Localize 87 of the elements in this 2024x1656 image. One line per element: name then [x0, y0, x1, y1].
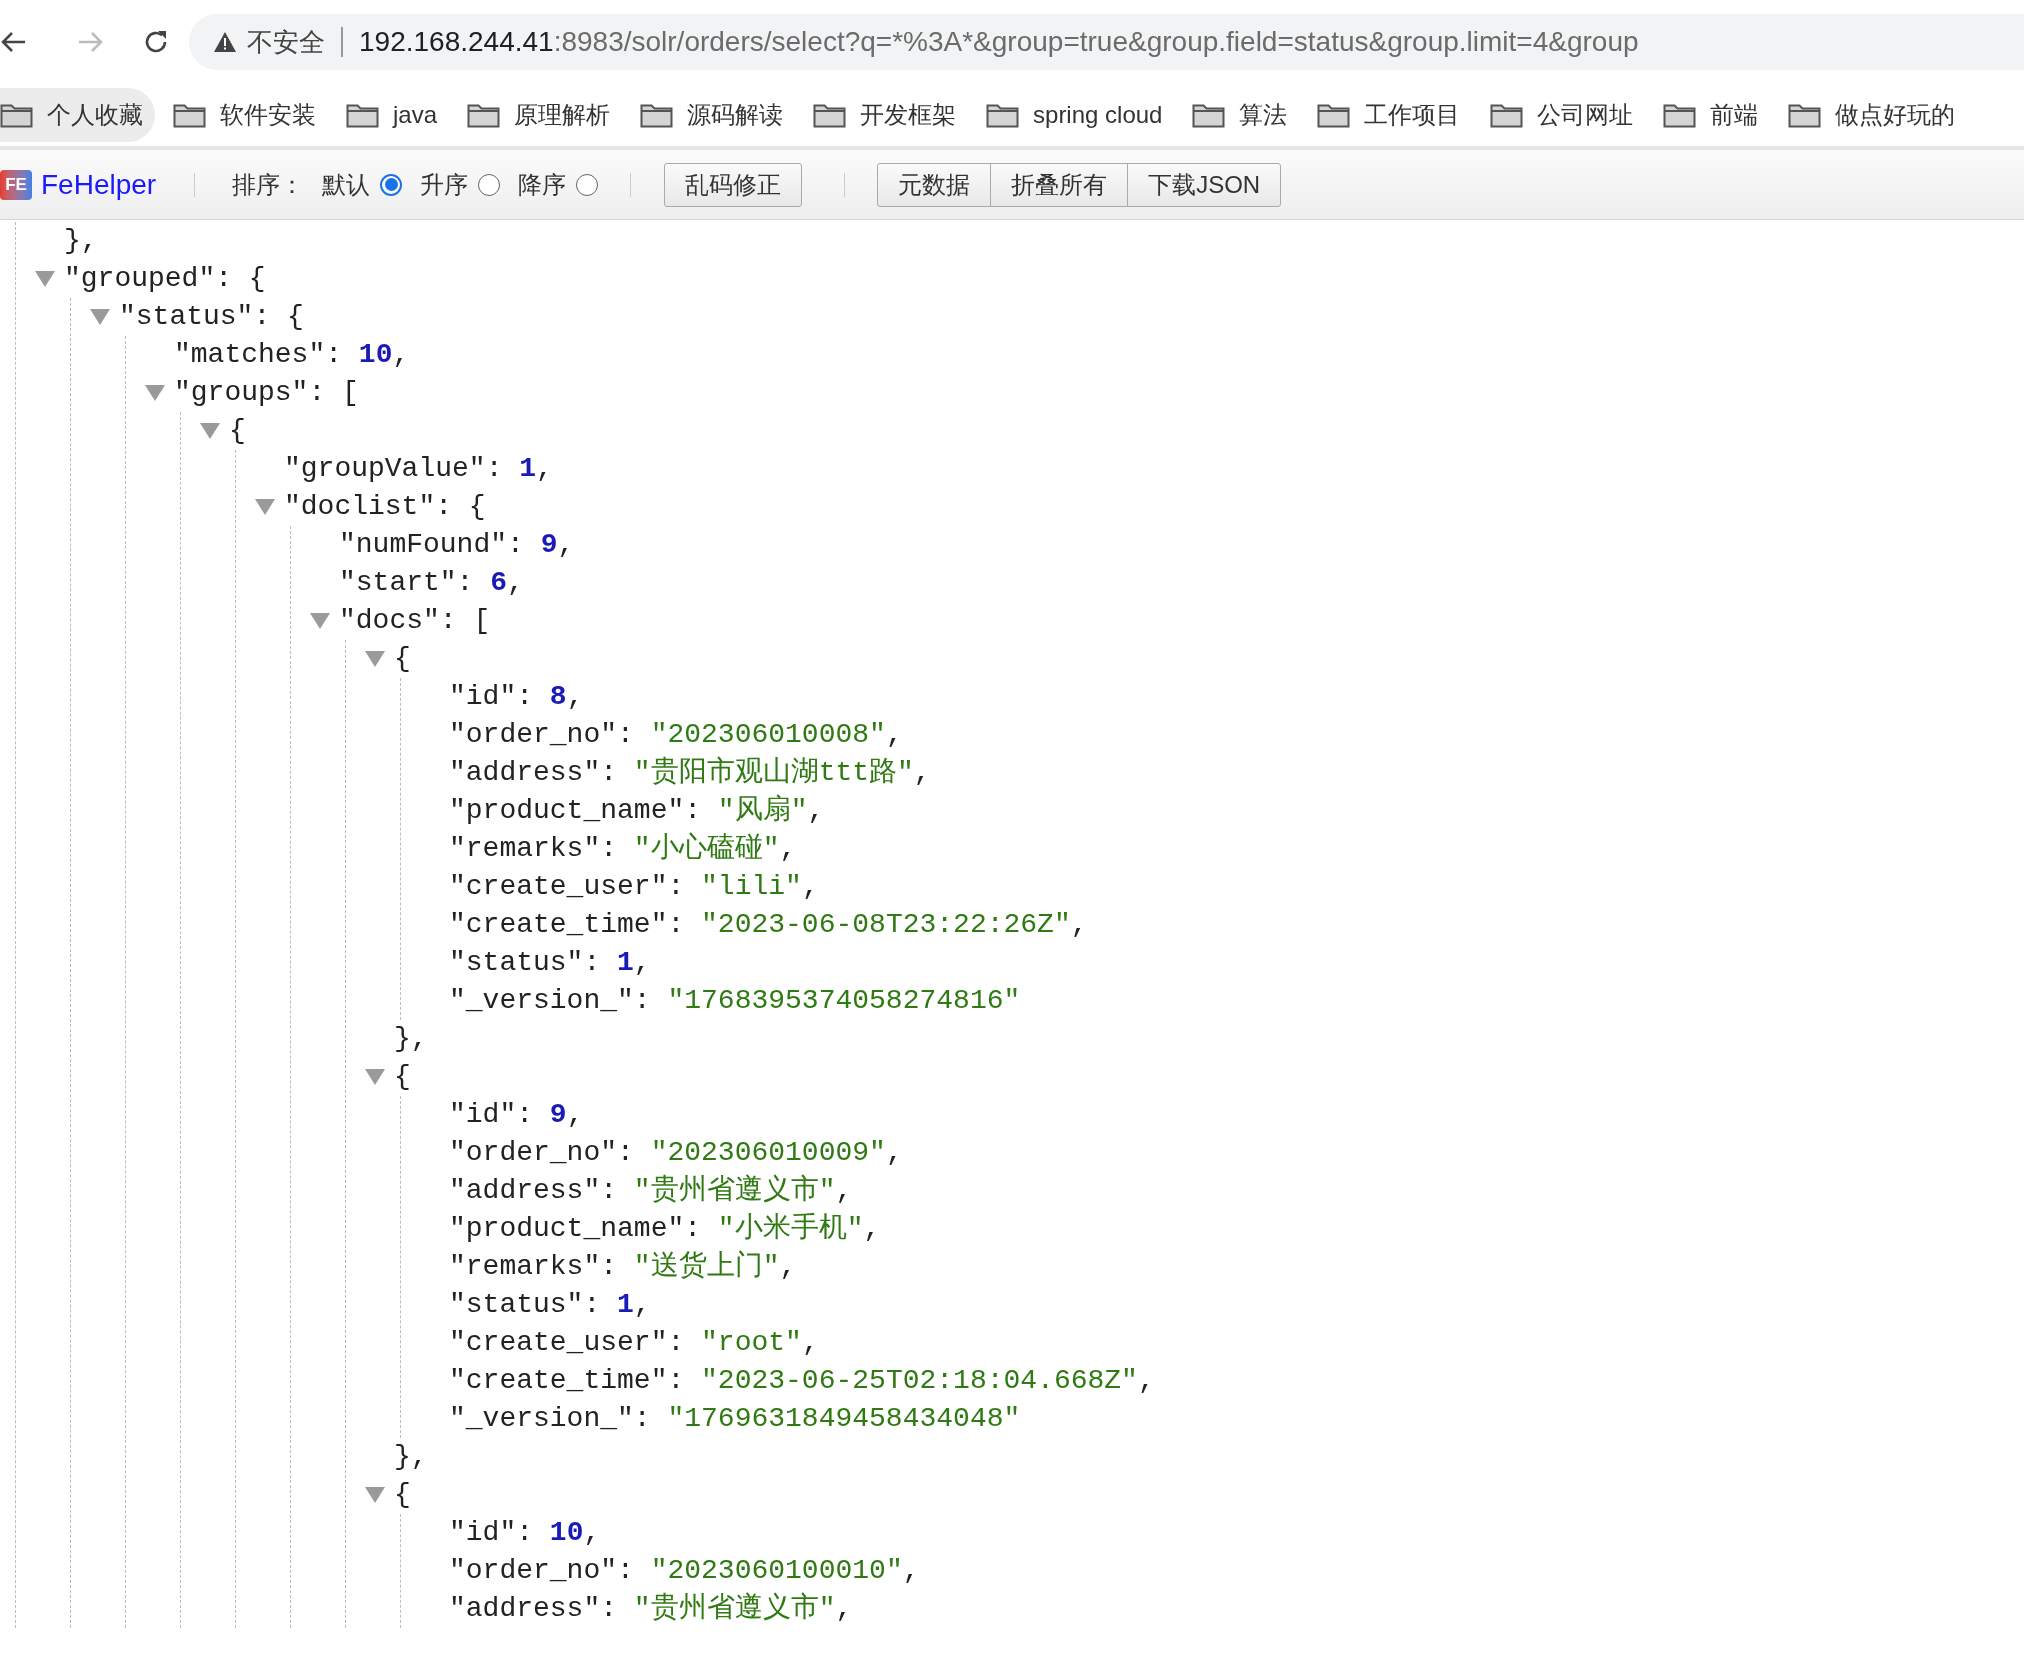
bookmark-item[interactable]: 开发框架	[813, 88, 957, 142]
collapse-toggle-icon[interactable]	[309, 612, 331, 630]
radio-button-icon[interactable]	[478, 173, 501, 196]
collapse-toggle-icon[interactable]	[34, 270, 56, 288]
collapse-toggle-icon[interactable]	[364, 1486, 386, 1504]
json-line: "numFound": 9,	[339, 528, 575, 562]
warning-icon[interactable]	[213, 31, 237, 53]
json-line: "create_user": "lili",	[449, 870, 819, 904]
json-line: {	[394, 642, 411, 676]
bookmark-item[interactable]: 算法	[1192, 88, 1288, 142]
json-line: "create_time": "2023-06-08T23:22:26Z",	[449, 908, 1088, 942]
sort-option[interactable]: 默认	[322, 166, 403, 203]
fehelper-logo: FE	[0, 169, 32, 200]
folder-icon	[813, 102, 847, 128]
json-line: "_version_": "1769631849458434048"	[449, 1402, 1021, 1436]
sort-option[interactable]: 升序	[420, 166, 501, 203]
json-line: "status": 1,	[449, 946, 651, 980]
bookmark-item[interactable]: 原理解析	[467, 88, 611, 142]
json-line: "create_user": "root",	[449, 1326, 819, 1360]
json-line: "status": {	[119, 300, 304, 334]
radio-button-icon[interactable]	[380, 173, 403, 196]
json-line: "address": "贵阳市观山湖ttt路",	[449, 755, 931, 790]
json-line: "product_name": "风扇",	[449, 793, 825, 828]
bookmark-item[interactable]: 做点好玩的	[1788, 88, 1956, 142]
toolbar-button[interactable]: 折叠所有	[990, 162, 1129, 207]
json-line: },	[394, 1440, 428, 1474]
fix-encoding-button[interactable]: 乱码修正	[664, 162, 803, 207]
json-line: {	[394, 1478, 411, 1512]
json-line: },	[394, 1022, 428, 1056]
collapse-toggle-icon[interactable]	[144, 384, 166, 402]
folder-icon	[1490, 102, 1524, 128]
json-line: "create_time": "2023-06-25T02:18:04.668Z",	[449, 1364, 1155, 1398]
collapse-toggle-icon[interactable]	[89, 308, 111, 326]
json-line: "order_no": "2023060100010",	[449, 1554, 920, 1588]
json-line: "id": 10,	[449, 1516, 601, 1550]
folder-icon	[1192, 102, 1226, 128]
bookmark-item[interactable]: java	[346, 88, 438, 142]
brand-name: FeHelper	[41, 167, 157, 202]
url-text[interactable]: 192.168.244.41:8983/solr/orders/select?q=*%3A*&group=true&group.field=status&group.limit=4&group	[359, 21, 1639, 63]
json-line: "grouped": {	[64, 262, 266, 296]
bookmark-item[interactable]: 个人收藏	[0, 88, 155, 142]
collapse-toggle-icon[interactable]	[364, 650, 386, 668]
sort-option[interactable]: 降序	[518, 166, 599, 203]
collapse-toggle-icon[interactable]	[199, 422, 221, 440]
json-line: "remarks": "送货上门",	[449, 1249, 797, 1284]
folder-icon	[986, 102, 1020, 128]
json-line: "address": "贵州省遵义市",	[449, 1591, 853, 1626]
folder-icon	[1788, 102, 1822, 128]
json-line: "groups": [	[174, 376, 359, 410]
json-line: "id": 9,	[449, 1098, 584, 1132]
json-line: "start": 6,	[339, 566, 524, 600]
folder-icon	[0, 102, 33, 128]
address-bar[interactable]: 不安全 192.168.244.41:8983/solr/orders/select?q=*%3A*&group=true&group.field=status&group.limit=4&group	[189, 14, 2024, 70]
json-line: "docs": [	[339, 604, 491, 638]
toolbar-button[interactable]: 下载JSON	[1127, 162, 1282, 207]
collapse-toggle-icon[interactable]	[254, 498, 276, 516]
toolbar-button[interactable]: 元数据	[877, 162, 992, 207]
folder-icon	[640, 102, 674, 128]
bookmark-item[interactable]: 源码解读	[640, 88, 784, 142]
folder-icon	[173, 102, 206, 128]
json-line: "order_no": "202306010008",	[449, 718, 903, 752]
bookmark-item[interactable]: 公司网址	[1490, 88, 1634, 142]
bookmark-item[interactable]: 工作项目	[1317, 88, 1461, 142]
security-label[interactable]: 不安全	[247, 22, 325, 62]
json-line: "_version_": "1768395374058274816"	[449, 984, 1021, 1018]
collapse-toggle-icon[interactable]	[364, 1068, 386, 1086]
json-line: },	[64, 224, 98, 258]
json-line: {	[229, 414, 246, 448]
folder-icon	[346, 102, 379, 128]
folder-icon	[1317, 102, 1351, 128]
sort-label: 排序：	[232, 169, 305, 200]
json-line: "doclist": {	[284, 490, 486, 524]
json-line: "groupValue": 1,	[284, 452, 553, 486]
json-line: "id": 8,	[449, 680, 584, 714]
json-line: "status": 1,	[449, 1288, 651, 1322]
bookmark-item[interactable]: 前端	[1663, 88, 1759, 142]
json-line: "remarks": "小心磕碰",	[449, 831, 797, 866]
bookmark-item[interactable]: spring cloud	[986, 88, 1163, 142]
bookmark-item[interactable]: 软件安装	[173, 88, 316, 142]
folder-icon	[467, 102, 501, 128]
json-line: "order_no": "202306010009",	[449, 1136, 903, 1170]
json-line: "product_name": "小米手机",	[449, 1211, 881, 1246]
radio-button-icon[interactable]	[576, 173, 599, 196]
json-line: "matches": 10,	[174, 338, 410, 372]
json-line: "address": "贵州省遵义市",	[449, 1173, 853, 1208]
json-line: {	[394, 1060, 411, 1094]
folder-icon	[1663, 102, 1697, 128]
